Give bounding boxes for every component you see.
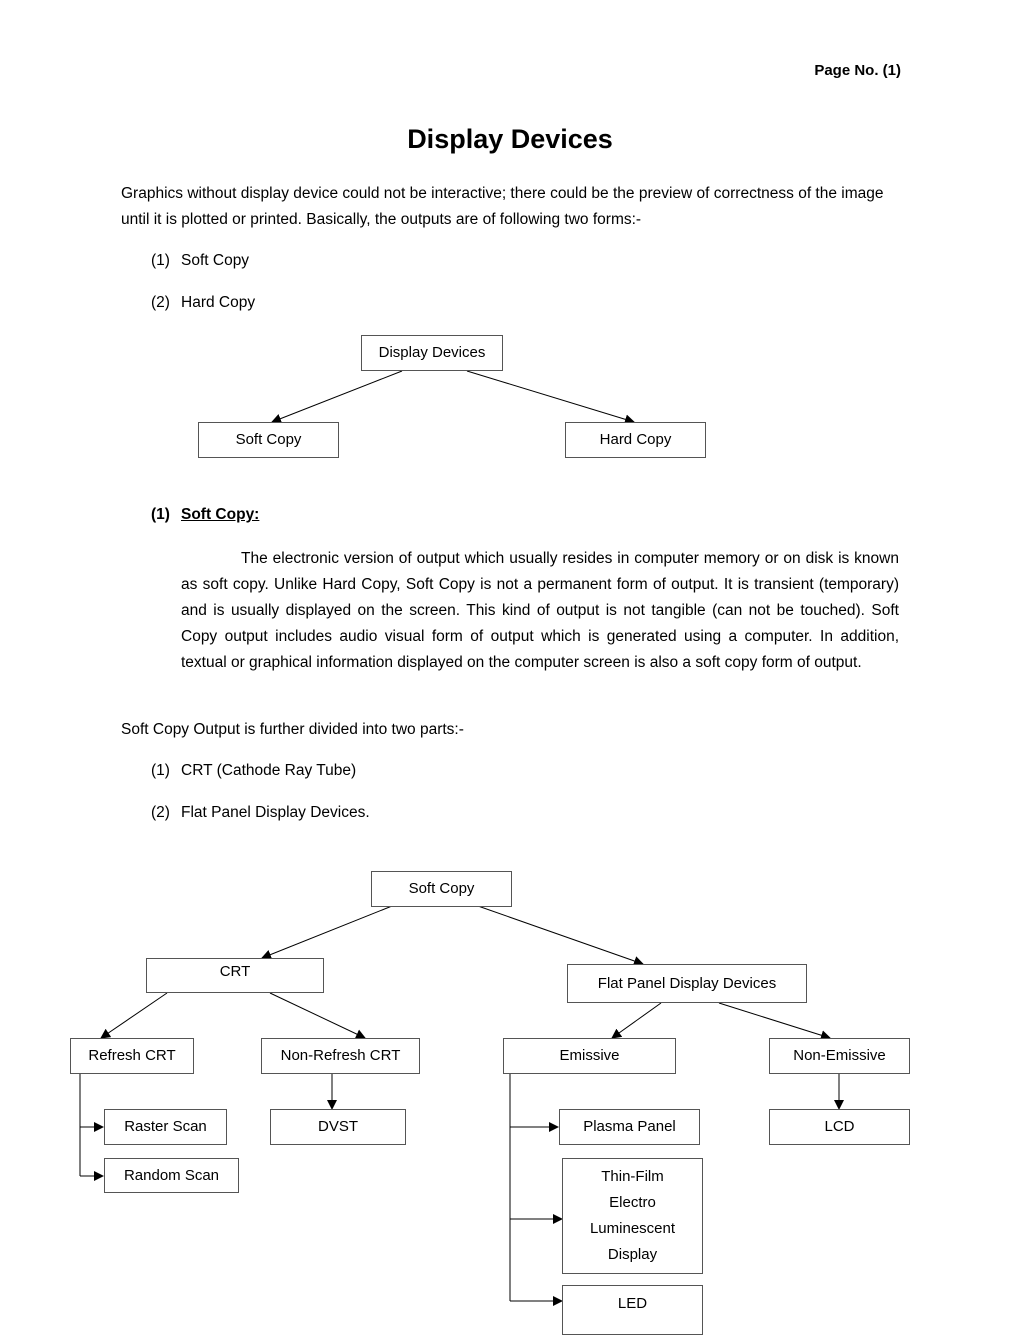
node-random-scan: Random Scan bbox=[104, 1158, 239, 1193]
arrow-crt-to-nonrefresh bbox=[269, 992, 366, 1039]
list-item: (2) Hard Copy bbox=[151, 294, 255, 312]
section-heading: (1) Soft Copy: bbox=[151, 506, 259, 524]
node-dvst: DVST bbox=[270, 1109, 406, 1145]
division-intro: Soft Copy Output is further divided into… bbox=[121, 721, 464, 738]
node-crt: CRT bbox=[146, 958, 324, 993]
node-soft-copy: Soft Copy bbox=[198, 422, 339, 458]
arrow-softcopy-to-crt bbox=[261, 905, 393, 960]
node-display-devices: Display Devices bbox=[361, 335, 503, 371]
arrow-flatpanel-to-nonemissive bbox=[718, 1002, 831, 1041]
node-raster-scan: Raster Scan bbox=[104, 1109, 227, 1145]
tfel-line: Display bbox=[607, 1246, 658, 1263]
soft-copy-paragraph: The electronic version of output which u… bbox=[181, 546, 899, 676]
tfel-line: Thin-Film bbox=[601, 1168, 664, 1185]
arrow-display-to-hardcopy bbox=[466, 370, 635, 425]
list-item: (1) CRT (Cathode Ray Tube) bbox=[151, 762, 356, 780]
node-soft-copy-root: Soft Copy bbox=[371, 871, 512, 907]
list-item: (1) Soft Copy bbox=[151, 252, 249, 270]
list-number: (1) bbox=[151, 762, 170, 779]
list-number: (2) bbox=[151, 294, 170, 311]
arrow-crt-to-refresh bbox=[100, 992, 168, 1039]
node-flat-panel: Flat Panel Display Devices bbox=[567, 964, 807, 1003]
page-title: Display Devices bbox=[407, 124, 613, 154]
list-number: (2) bbox=[151, 804, 170, 821]
node-lcd: LCD bbox=[769, 1109, 910, 1145]
list-number: (1) bbox=[151, 252, 170, 269]
tfel-line: Luminescent bbox=[589, 1220, 676, 1237]
node-tfel-display: Thin-Film Electro Luminescent Display bbox=[562, 1158, 703, 1274]
node-emissive: Emissive bbox=[503, 1038, 676, 1074]
list-label: Flat Panel Display Devices. bbox=[181, 804, 370, 821]
section-title: Soft Copy: bbox=[181, 506, 260, 523]
page-number: Page No. (1) bbox=[814, 62, 901, 79]
list-label: Hard Copy bbox=[181, 294, 256, 311]
paragraph-text: The electronic version of output which u… bbox=[181, 550, 899, 671]
list-label: Soft Copy bbox=[181, 252, 250, 269]
node-non-emissive: Non-Emissive bbox=[769, 1038, 910, 1074]
node-refresh-crt: Refresh CRT bbox=[70, 1038, 194, 1074]
node-non-refresh-crt: Non-Refresh CRT bbox=[261, 1038, 420, 1074]
node-hard-copy: Hard Copy bbox=[565, 422, 706, 458]
tfel-line: Electro bbox=[609, 1194, 656, 1211]
arrow-display-to-softcopy bbox=[271, 370, 403, 424]
list-item: (2) Flat Panel Display Devices. bbox=[151, 804, 370, 822]
arrow-softcopy-to-flatpanel bbox=[477, 905, 644, 966]
arrow-flatpanel-to-emissive bbox=[611, 1002, 662, 1039]
node-led: LED bbox=[562, 1285, 703, 1335]
node-plasma-panel: Plasma Panel bbox=[559, 1109, 700, 1145]
section-number: (1) bbox=[151, 506, 170, 523]
intro-paragraph: Graphics without display device could no… bbox=[121, 185, 884, 228]
list-label: CRT (Cathode Ray Tube) bbox=[181, 762, 357, 779]
